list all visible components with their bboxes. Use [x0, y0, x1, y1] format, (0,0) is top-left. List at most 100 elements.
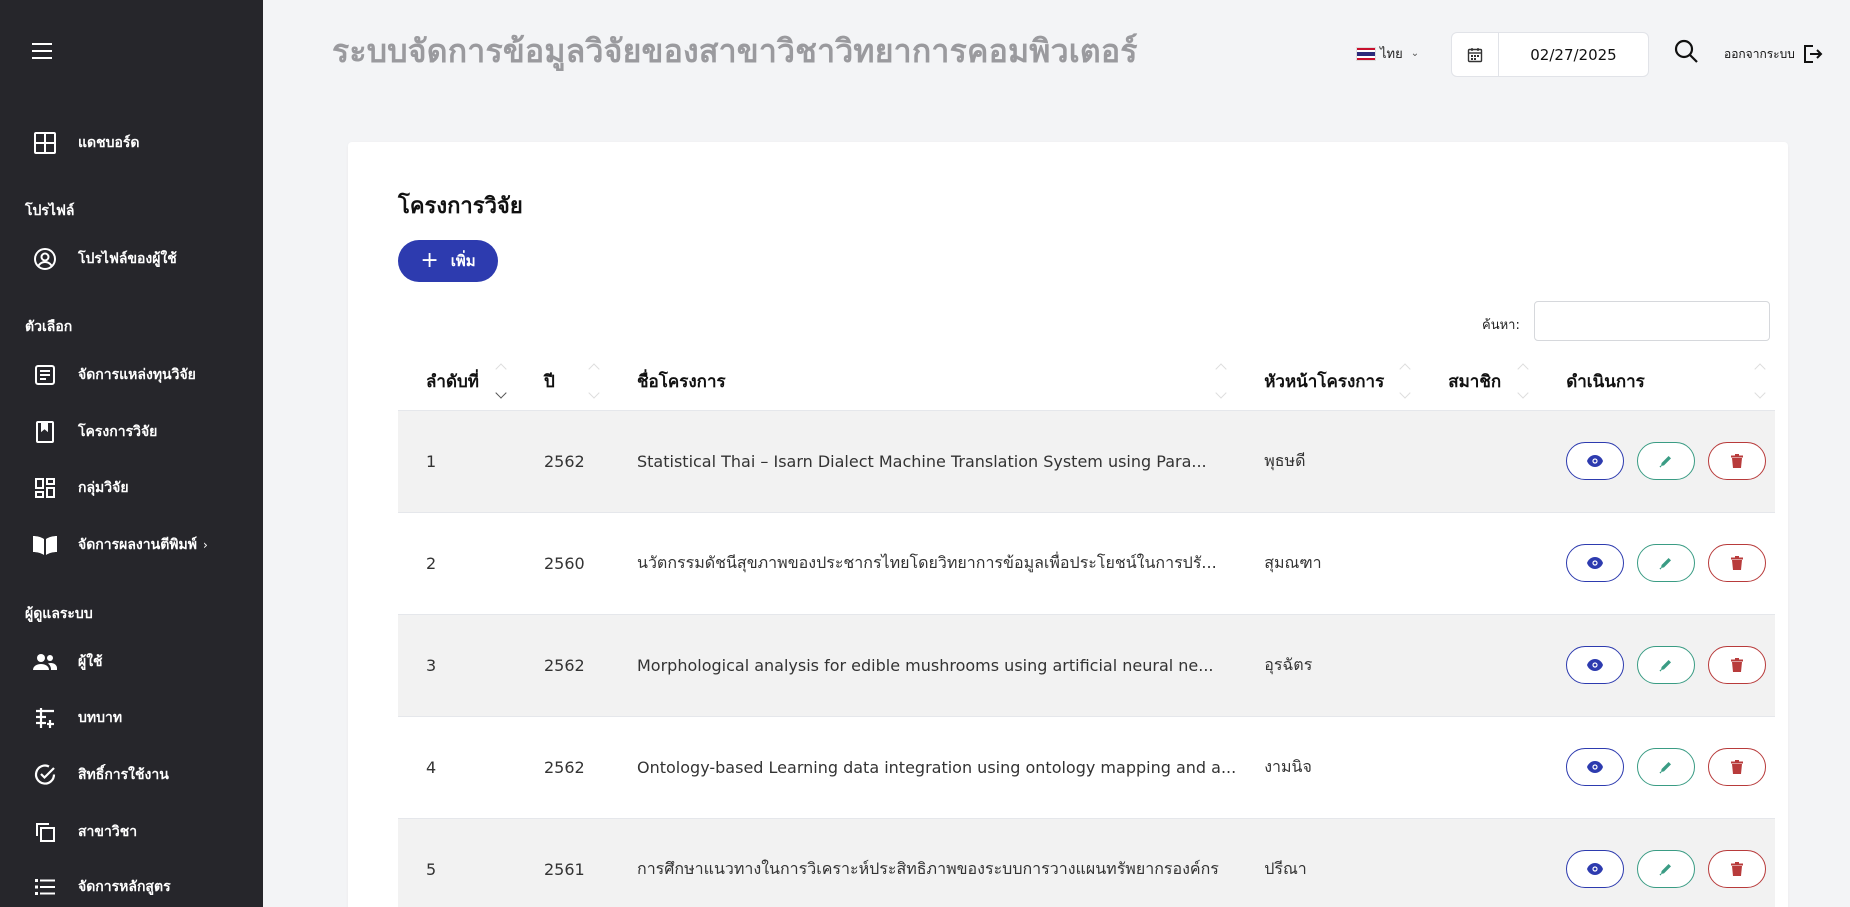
page-title: โครงการวิจัย: [398, 194, 523, 219]
cell-no: 4: [398, 715, 516, 818]
date-value[interactable]: 02/27/2025: [1499, 33, 1648, 76]
sidebar-item-curriculum[interactable]: จัดการหลักสูตร: [32, 872, 171, 902]
menu-icon[interactable]: [32, 43, 52, 59]
delete-button[interactable]: [1708, 646, 1767, 684]
cell-project-lead: ปรีณา: [1236, 817, 1421, 907]
cell-members: [1420, 409, 1539, 512]
trash-icon: [1731, 556, 1744, 570]
sidebar-item-funding[interactable]: จัดการแหล่งทุนวิจัย: [32, 360, 196, 390]
cell-project-name: Ontology-based Learning data integration…: [609, 715, 1237, 818]
check-badge-icon: [32, 762, 58, 788]
cell-year: 2562: [516, 715, 609, 818]
sidebar-item-label: สาขาวิชา: [78, 824, 138, 840]
user-circle-icon: [32, 246, 58, 272]
column-header-year[interactable]: ปี: [516, 353, 609, 410]
view-button[interactable]: [1566, 850, 1625, 889]
sidebar-item-label: โครงการวิจัย: [78, 424, 158, 440]
sidebar-item-label: โปรไฟล์ของผู้ใช้: [78, 251, 177, 267]
cell-project-name: การศึกษาแนวทางในการวิเคราะห์ประสิทธิภาพข…: [609, 817, 1237, 907]
cell-project-lead: พุธษดี: [1236, 409, 1421, 512]
sidebar-item-label: จัดการผลงานตีพิมพ์: [78, 537, 197, 553]
dashboard-icon: [32, 130, 58, 156]
table-row: 3 2562 Morphological analysis for edible…: [398, 613, 1775, 716]
delete-button[interactable]: [1708, 748, 1767, 786]
cell-members: [1420, 613, 1539, 716]
search-icon[interactable]: [1673, 38, 1701, 66]
eye-icon: [1587, 455, 1604, 467]
cell-members: [1420, 715, 1539, 818]
pencil-icon: [1659, 558, 1672, 570]
cell-members: [1420, 817, 1539, 907]
add-button[interactable]: + เพิ่ม: [398, 240, 498, 282]
section-title-profile: โปรไฟล์: [25, 203, 75, 219]
date-picker[interactable]: 02/27/2025: [1451, 32, 1649, 77]
column-header-label: สมาชิก: [1448, 371, 1502, 392]
cell-members: [1420, 511, 1539, 614]
sidebar-item-permissions[interactable]: สิทธิ์การใช้งาน: [32, 760, 169, 790]
sidebar: แดชบอร์ด โปรไฟล์ โปรไฟล์ของผู้ใช้ ตัวเลื…: [0, 0, 263, 907]
sidebar-item-research-projects[interactable]: โครงการวิจัย: [32, 417, 157, 447]
column-header-members[interactable]: สมาชิก: [1420, 353, 1538, 410]
cell-project-name: นวัตกรรมดัชนีสุขภาพของประชากรไทยโดยวิทยา…: [609, 511, 1237, 614]
sort-icon[interactable]: [588, 359, 601, 403]
delete-button[interactable]: [1708, 544, 1767, 582]
eye-icon: [1587, 863, 1604, 876]
trash-icon: [1731, 760, 1744, 774]
table-row: 2 2560 นวัตกรรมดัชนีสุขภาพของประชากรไทยโ…: [398, 511, 1775, 614]
sidebar-item-users[interactable]: ผู้ใช้: [32, 647, 103, 677]
sidebar-item-label: บทบาท: [78, 710, 123, 726]
sort-icon[interactable]: [1215, 359, 1228, 403]
language-selector[interactable]: ไทย ⌄: [1356, 43, 1419, 64]
view-button[interactable]: [1566, 646, 1625, 684]
delete-button[interactable]: [1708, 850, 1767, 889]
column-header-label: ปี: [544, 371, 555, 392]
calendar-icon[interactable]: [1452, 33, 1499, 76]
sidebar-item-publications[interactable]: จัดการผลงานตีพิมพ์ ›: [32, 530, 208, 560]
cell-actions: [1538, 715, 1775, 818]
edit-button[interactable]: [1637, 748, 1696, 786]
cell-project-lead: งามนิจ: [1236, 715, 1421, 818]
sort-icon[interactable]: [1399, 359, 1412, 403]
roles-icon: [32, 705, 58, 731]
column-header-label: ชื่อโครงการ: [637, 371, 726, 392]
column-header-actions[interactable]: ดำเนินการ: [1538, 353, 1775, 410]
delete-button[interactable]: [1708, 442, 1767, 480]
logout-icon: [1803, 45, 1823, 63]
pencil-icon: [1659, 456, 1672, 468]
sort-icon[interactable]: [1754, 359, 1767, 403]
thai-flag-icon: [1356, 46, 1376, 61]
sort-icon[interactable]: [1517, 359, 1530, 403]
sidebar-item-dashboard[interactable]: แดชบอร์ด: [32, 128, 140, 158]
view-button[interactable]: [1566, 442, 1625, 480]
cell-project-name: Statistical Thai – Isarn Dialect Machine…: [609, 409, 1237, 512]
column-header-project-name[interactable]: ชื่อโครงการ: [609, 353, 1236, 410]
section-title-options: ตัวเลือก: [25, 319, 73, 335]
sort-icon[interactable]: [495, 359, 508, 403]
document-icon: [32, 362, 58, 388]
search-label: ค้นหา:: [1482, 318, 1520, 333]
sidebar-item-user-profile[interactable]: โปรไฟล์ของผู้ใช้: [32, 244, 177, 274]
cell-no: 1: [398, 409, 516, 512]
pencil-icon: [1659, 762, 1672, 774]
sidebar-item-roles[interactable]: บทบาท: [32, 703, 122, 733]
copy-icon: [32, 819, 58, 845]
cell-year: 2561: [516, 817, 609, 907]
column-header-no[interactable]: ลำดับที่: [398, 353, 516, 410]
edit-button[interactable]: [1637, 850, 1696, 889]
view-button[interactable]: [1566, 748, 1625, 786]
sidebar-item-majors[interactable]: สาขาวิชา: [32, 817, 137, 847]
sidebar-item-research-groups[interactable]: กลุ่มวิจัย: [32, 473, 129, 503]
edit-button[interactable]: [1637, 646, 1696, 684]
users-icon: [32, 649, 58, 675]
language-label: ไทย: [1380, 47, 1403, 62]
view-button[interactable]: [1566, 544, 1625, 582]
cell-project-name: Morphological analysis for edible mushro…: [609, 613, 1237, 716]
edit-button[interactable]: [1637, 442, 1696, 480]
cell-no: 2: [398, 511, 516, 614]
edit-button[interactable]: [1637, 544, 1696, 582]
cell-no: 5: [398, 817, 516, 907]
column-header-project-lead[interactable]: หัวหน้าโครงการ: [1236, 353, 1420, 410]
eye-icon: [1587, 659, 1604, 671]
search-input[interactable]: [1534, 301, 1770, 341]
logout-button[interactable]: ออกจากระบบ: [1724, 43, 1823, 65]
